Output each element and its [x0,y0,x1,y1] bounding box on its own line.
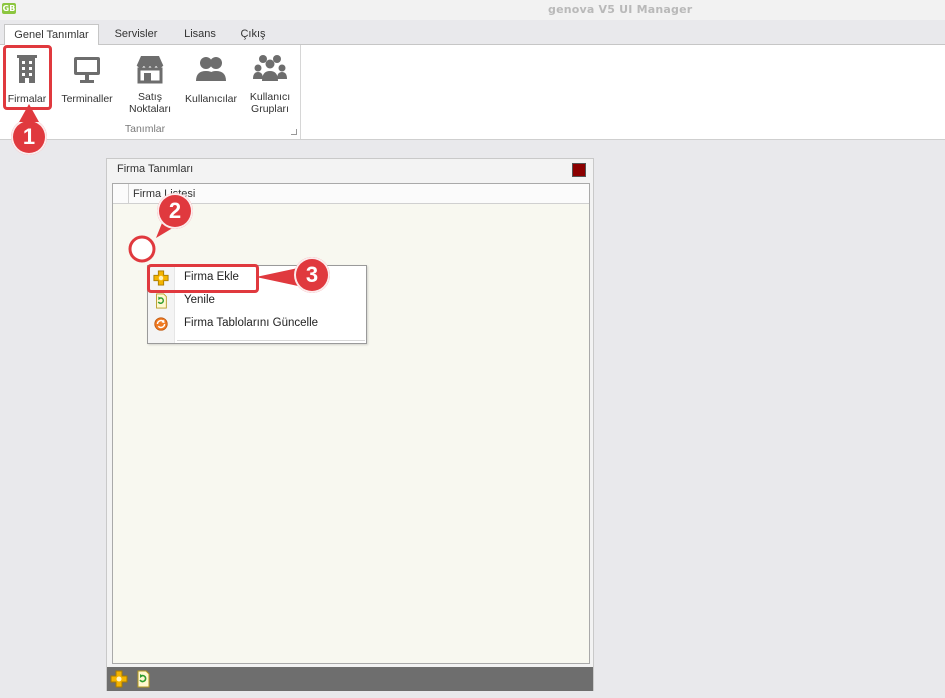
menu-item-yenile[interactable]: Yenile [148,290,366,312]
menu-item-firma-tablolarini-guncelle[interactable]: Firma Tablolarını Güncelle [148,313,366,335]
update-tables-icon [154,317,168,331]
ribbon-tabs: Genel Tanımlar Servisler Lisans Çıkış [0,22,945,46]
close-icon[interactable] [572,163,586,177]
step-1-pointer [19,104,39,122]
satis-noktalari-text: Satış Noktaları [128,91,171,115]
satis-noktalari-label: Satış Noktaları [122,91,178,115]
users-icon [196,57,226,81]
group-launcher-icon[interactable] [291,129,297,135]
step-3-badge: 3 [294,257,330,293]
kullanicilar-button[interactable]: Kullanıcılar [182,49,240,119]
menu-separator [177,340,365,341]
menu-label-yenile: Yenile [184,294,215,306]
ribbon: Firmalar Terminaller Satış Noktaları Kul… [0,45,945,140]
panel-footer-toolbar [107,667,593,691]
highlight-firmalar [3,45,52,110]
tab-genel-tanimlar[interactable]: Genel Tanımlar [4,24,99,46]
tab-cikis[interactable]: Çıkış [234,24,272,45]
terminaller-button[interactable]: Terminaller [57,49,117,119]
add-icon[interactable] [110,670,128,688]
title-bar: GB genova V5 UI Manager [0,0,945,20]
step-2-badge: 2 [157,193,193,229]
kullanici-gruplari-button[interactable]: Kullanıcı Grupları [243,49,297,119]
window-title: genova V5 UI Manager [548,3,693,16]
tab-servisler[interactable]: Servisler [104,24,168,45]
store-icon [136,56,164,84]
refresh-icon[interactable] [134,670,152,688]
monitor-icon [74,57,100,83]
panel-title: Firma Tanımları [117,163,194,175]
highlight-firma-ekle [147,264,259,293]
app-logo: GB [2,3,16,14]
step-1-badge: 1 [11,119,47,155]
kullanicilar-label: Kullanıcılar [185,93,237,105]
kullanici-gruplari-text: Kullanıcı Grupları [249,91,291,115]
terminaller-label: Terminaller [61,93,113,105]
satis-noktalari-button[interactable]: Satış Noktaları [122,49,178,119]
tab-lisans[interactable]: Lisans [176,24,224,45]
user-group-icon [253,55,287,81]
kullanici-gruplari-label: Kullanıcı Grupları [243,91,297,115]
menu-label-firma-tablolarini-guncelle: Firma Tablolarını Güncelle [184,317,319,329]
refresh-icon [156,293,167,309]
